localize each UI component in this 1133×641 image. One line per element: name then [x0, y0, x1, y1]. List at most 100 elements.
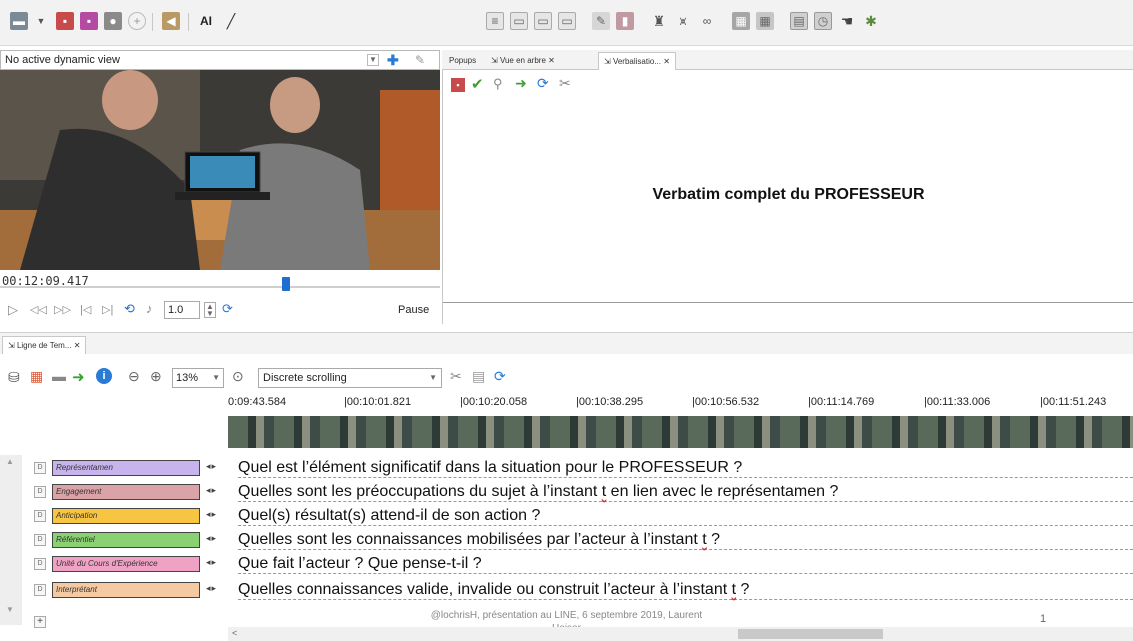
zoom-select[interactable]: 13% ▼: [172, 368, 224, 388]
scrolling-select[interactable]: Discrete scrolling ▼: [258, 368, 442, 388]
track-expand-icon[interactable]: ◂▸: [206, 583, 217, 594]
rate-field[interactable]: 1.0: [164, 301, 200, 319]
track-expand-icon[interactable]: ◂▸: [206, 509, 217, 520]
save-icon[interactable]: ▪: [451, 78, 465, 92]
database-icon[interactable]: ⛁: [8, 369, 20, 386]
pencil-icon[interactable]: ╱: [222, 12, 240, 30]
scrollbar-thumb[interactable]: [738, 629, 883, 639]
save-as-icon[interactable]: ▪: [80, 12, 98, 30]
track-question[interactable]: Quelles sont les préoccupations du sujet…: [238, 482, 1133, 502]
table-icon[interactable]: ▤: [790, 12, 808, 30]
hand-icon[interactable]: ☚: [838, 12, 856, 30]
rewind-icon[interactable]: ◁◁: [30, 303, 47, 316]
spelling-underline: t: [601, 483, 607, 500]
track-label-interpretant[interactable]: Interprétant: [52, 582, 200, 598]
undo-icon[interactable]: ◀: [162, 12, 180, 30]
binocular-icon[interactable]: ∞: [698, 12, 716, 30]
clock-icon[interactable]: ◷: [814, 12, 832, 30]
search-icon[interactable]: ⚲: [493, 76, 503, 92]
track-expand-icon[interactable]: ◂▸: [206, 557, 217, 568]
track-toggle[interactable]: D: [34, 558, 46, 570]
window-icon[interactable]: ▭: [534, 12, 552, 30]
info-icon[interactable]: i: [96, 368, 112, 384]
forward-icon[interactable]: ➜: [72, 368, 85, 386]
track-toggle[interactable]: D: [34, 510, 46, 522]
edit-view-icon[interactable]: ✎: [415, 53, 425, 67]
tab-verbalisation[interactable]: ⇲ Verbalisatio... ✕: [598, 52, 676, 70]
bar-icon[interactable]: ▬: [52, 368, 66, 384]
fast-forward-icon[interactable]: ▷▷: [54, 303, 71, 316]
layout-icon[interactable]: ≡: [486, 12, 504, 30]
folder-icon[interactable]: ▬: [10, 12, 28, 30]
track-question[interactable]: Quel est l’élément significatif dans la …: [238, 458, 1133, 478]
close-icon[interactable]: ✕: [72, 341, 81, 350]
window-icon[interactable]: ▭: [510, 12, 528, 30]
horizontal-scrollbar[interactable]: <: [228, 627, 1133, 641]
track-question[interactable]: Quel(s) résultat(s) attend-il de son act…: [238, 506, 1133, 526]
chevron-down-icon[interactable]: ▼: [32, 12, 50, 30]
track-toggle[interactable]: D: [34, 584, 46, 596]
notes-tabbar: Popups ⇲ Vue en arbre ✕ ⇲ Verbalisatio..…: [442, 50, 1133, 70]
tab-popups[interactable]: Popups: [444, 52, 481, 70]
forward-icon[interactable]: ➜: [515, 75, 527, 92]
book-icon[interactable]: ▮: [616, 12, 634, 30]
note-editor[interactable]: ▪ ✔ ⚲ ➜ ⟳ ✂ Verbatim complet du PROFESSE…: [442, 70, 1133, 324]
volume-icon[interactable]: ♪: [146, 301, 153, 316]
track-toggle[interactable]: D: [34, 486, 46, 498]
zoom-out-icon[interactable]: ⊖: [128, 368, 140, 385]
track-label-anticipation[interactable]: Anticipation: [52, 508, 200, 524]
tab-timeline[interactable]: ⇲ Ligne de Tem... ✕: [2, 336, 87, 354]
close-icon[interactable]: ✕: [661, 57, 670, 66]
zoom-fit-icon[interactable]: ⊙: [232, 368, 244, 385]
track-question[interactable]: Quelles connaissances valide, invalide o…: [238, 580, 1133, 600]
track-toggle[interactable]: D: [34, 462, 46, 474]
loop-icon[interactable]: ⟲: [124, 301, 135, 317]
dynamic-view-select[interactable]: No active dynamic view ▼ ✚ ✎: [0, 50, 440, 70]
text-icon[interactable]: AI: [194, 12, 218, 30]
video-player[interactable]: [0, 70, 440, 270]
chevron-down-icon[interactable]: ▼: [367, 54, 379, 66]
circle-icon[interactable]: +: [128, 12, 146, 30]
track-expand-icon[interactable]: ◂▸: [206, 485, 217, 496]
window-icon[interactable]: ▭: [558, 12, 576, 30]
time-ruler[interactable]: 0:09:43.584 |00:10:01.821 |00:10:20.058 …: [228, 396, 1133, 416]
track-question[interactable]: Quelles sont les connaissances mobilisée…: [238, 530, 1133, 550]
track-toggle[interactable]: D: [34, 534, 46, 546]
add-view-icon[interactable]: ✚: [387, 52, 399, 69]
edit-icon[interactable]: ✎: [592, 12, 610, 30]
save-icon[interactable]: ▪: [56, 12, 74, 30]
track-label-unite-cours-experience[interactable]: Unité du Cours d'Expérience: [52, 556, 200, 572]
refresh-icon[interactable]: ⟳: [494, 368, 506, 385]
scroll-left-icon[interactable]: <: [232, 628, 237, 638]
refresh-icon[interactable]: ⟳: [537, 75, 549, 92]
zoom-in-icon[interactable]: ⊕: [150, 368, 162, 385]
grid-icon[interactable]: ▦: [732, 12, 750, 30]
tools-icon[interactable]: ✂: [450, 368, 462, 385]
track-label-referentiel[interactable]: Référentiel: [52, 532, 200, 548]
skip-start-icon[interactable]: |◁: [80, 303, 91, 316]
play-icon[interactable]: ▷: [8, 302, 18, 318]
track-question[interactable]: Que fait l’acteur ? Que pense-t-il ?: [238, 554, 1133, 574]
person-icon[interactable]: ♜: [650, 12, 668, 30]
track-label-representamen[interactable]: Représentamen: [52, 460, 200, 476]
seek-bar[interactable]: [0, 286, 440, 288]
verbatim-title: Verbatim complet du PROFESSEUR: [652, 186, 925, 203]
extensions-icon[interactable]: ✱: [862, 12, 880, 30]
seek-handle[interactable]: [282, 277, 290, 291]
skip-end-icon[interactable]: ▷|: [102, 303, 113, 316]
track-expand-icon[interactable]: ◂▸: [206, 533, 217, 544]
refresh-icon[interactable]: ⟳: [222, 301, 233, 317]
color-icon[interactable]: ▦: [30, 368, 43, 385]
document-icon[interactable]: ▤: [472, 368, 485, 385]
tools-icon[interactable]: ✂: [559, 75, 571, 92]
track-expand-icon[interactable]: ◂▸: [206, 461, 217, 472]
track-label-engagement[interactable]: Engagement: [52, 484, 200, 500]
thumbnail-strip[interactable]: [228, 416, 1133, 448]
camera-icon[interactable]: ●: [104, 12, 122, 30]
close-icon[interactable]: ✕: [546, 56, 555, 65]
tab-vue-en-arbre[interactable]: ⇲ Vue en arbre ✕: [486, 52, 560, 70]
graph-icon[interactable]: ⩙: [674, 12, 692, 30]
grid-icon[interactable]: ▦: [756, 12, 774, 30]
check-icon[interactable]: ✔: [471, 75, 484, 93]
rate-stepper-icon[interactable]: ▲ ▼: [204, 302, 216, 318]
